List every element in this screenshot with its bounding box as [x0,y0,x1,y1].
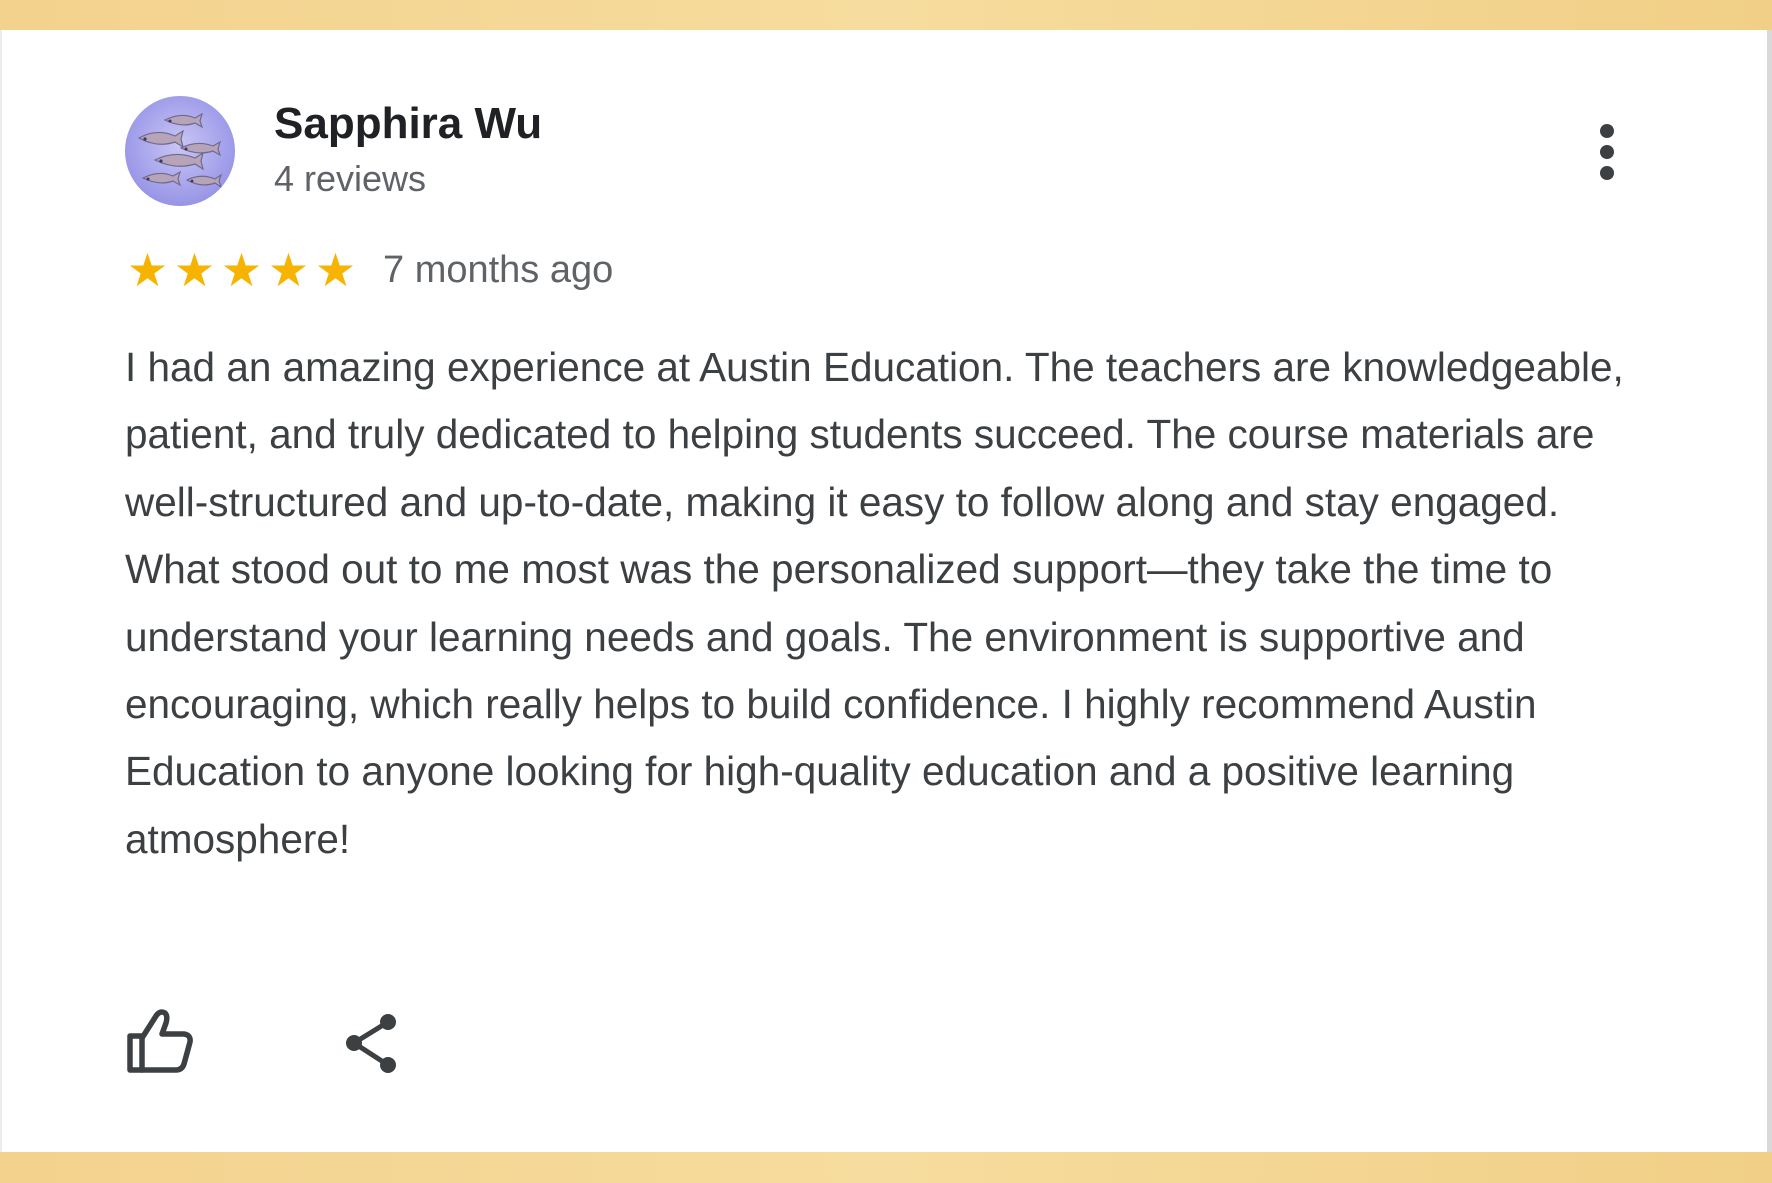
star-rating: ★ ★ ★ ★ ★ [124,247,359,293]
share-icon [346,1014,396,1073]
star-icon: ★ [267,243,310,297]
star-icon: ★ [220,243,263,297]
review-body: I had an amazing experience at Austin Ed… [125,344,1624,862]
more-vertical-icon-dot-top [1600,124,1614,138]
right-edge [1767,30,1772,1152]
more-vertical-icon-dot-middle [1600,145,1614,159]
avatar[interactable] [125,96,235,206]
star-icon: ★ [126,243,169,297]
share-button[interactable] [342,1010,404,1076]
thumbs-up-icon [127,1009,193,1073]
star-icon: ★ [314,243,357,297]
review-date: 7 months ago [383,248,614,291]
rating-row: ★ ★ ★ ★ ★ 7 months ago [124,240,613,300]
bottom-gold-band [0,1152,1772,1183]
star-icon: ★ [173,243,216,297]
review-card: Sapphira Wu 4 reviews ★ ★ ★ ★ ★ 7 months… [0,0,1772,1183]
review-count[interactable]: 4 reviews [274,156,426,202]
left-edge [0,30,2,1152]
like-button[interactable] [124,1004,196,1076]
top-gold-band [0,0,1772,30]
reviewer-name[interactable]: Sapphira Wu [274,96,542,152]
more-options-button[interactable] [1584,112,1632,192]
more-vertical-icon-dot-bottom [1600,166,1614,180]
fish-school-avatar-icon [125,96,235,206]
